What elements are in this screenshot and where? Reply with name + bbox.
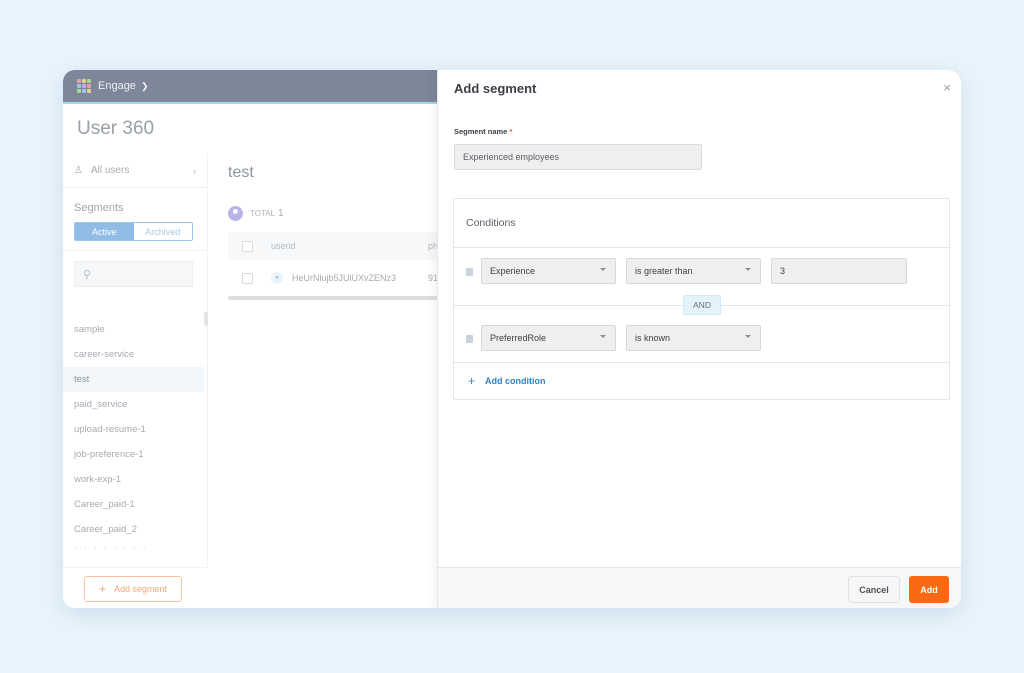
condition-property-select[interactable]: PreferredRole bbox=[481, 325, 616, 351]
caret-down-icon bbox=[745, 335, 751, 338]
segment-status-toggle: Active Archived bbox=[74, 222, 193, 241]
row-checkbox[interactable] bbox=[242, 272, 253, 284]
total-count: 1 bbox=[278, 208, 284, 219]
segment-item[interactable]: Career_paid_2 bbox=[63, 517, 204, 542]
all-users-label: All users bbox=[90, 165, 130, 176]
segment-item[interactable]: sample bbox=[63, 317, 204, 342]
caret-down-icon bbox=[745, 268, 751, 271]
table-row[interactable]: ● HeUrNlujb5JUlUXvZENz3 91 bbox=[228, 264, 448, 292]
and-joiner-badge[interactable]: AND bbox=[683, 295, 721, 315]
segment-detail: test TOTAL 1 userid ph ● HeUrNlujb5JUlUX… bbox=[209, 154, 448, 608]
search-icon: ⚲ bbox=[83, 268, 92, 281]
delete-condition-icon[interactable] bbox=[466, 335, 473, 343]
add-segment-drawer: Add segment × Segment name * Experienced… bbox=[437, 70, 961, 608]
table-header: userid ph bbox=[228, 232, 448, 260]
total-users: TOTAL 1 bbox=[228, 206, 284, 221]
close-icon[interactable]: × bbox=[943, 80, 951, 95]
segment-title: test bbox=[228, 164, 254, 181]
segment-item[interactable]: career-service bbox=[63, 342, 204, 367]
all-users-link[interactable]: ♙ All users › bbox=[63, 154, 207, 188]
cancel-button[interactable]: Cancel bbox=[848, 576, 900, 603]
user-id-icon: ● bbox=[271, 272, 283, 284]
segment-item[interactable]: job-preference-1 bbox=[63, 442, 204, 467]
app-grid-icon[interactable] bbox=[77, 79, 91, 93]
condition-operator-select[interactable]: is known bbox=[626, 325, 761, 351]
caret-down-icon bbox=[600, 268, 606, 271]
column-header-userid[interactable]: userid bbox=[271, 241, 296, 251]
segments-heading: Segments bbox=[74, 202, 124, 214]
segment-item-selected[interactable]: test bbox=[63, 367, 204, 392]
plus-icon: + bbox=[468, 374, 476, 388]
divider bbox=[454, 362, 949, 363]
segment-name-label-text: Segment name bbox=[454, 127, 508, 136]
add-segment-button[interactable]: + Add segment bbox=[84, 576, 182, 602]
add-button[interactable]: Add bbox=[909, 576, 949, 603]
divider bbox=[63, 250, 207, 251]
drawer-footer: Cancel Add bbox=[438, 567, 961, 608]
sidebar-footer: + Add segment bbox=[63, 567, 208, 608]
divider bbox=[454, 247, 949, 248]
add-segment-label: Add segment bbox=[113, 584, 168, 594]
product-switcher[interactable]: Engage bbox=[98, 80, 136, 92]
selected-property: PreferredRole bbox=[490, 333, 547, 343]
segment-item[interactable]: paid_service bbox=[63, 392, 204, 417]
segment-item[interactable]: upload-resume-1 bbox=[63, 417, 204, 442]
segment-list: sample career-service test paid_service … bbox=[63, 317, 204, 554]
page-title: User 360 bbox=[77, 118, 155, 139]
segment-search-input[interactable]: ⚲ bbox=[74, 261, 193, 287]
cell-userid[interactable]: HeUrNlujb5JUlUXvZENz3 bbox=[292, 273, 396, 283]
selected-property: Experience bbox=[490, 266, 536, 276]
total-label: TOTAL bbox=[250, 209, 276, 218]
condition-operator-select[interactable]: is greater than bbox=[626, 258, 761, 284]
segment-name-input[interactable]: Experienced employees bbox=[454, 144, 702, 170]
tab-active[interactable]: Active bbox=[75, 223, 134, 240]
add-condition-label: Add condition bbox=[485, 376, 546, 386]
required-marker: * bbox=[509, 127, 513, 136]
delete-condition-icon[interactable] bbox=[466, 268, 473, 276]
select-all-checkbox[interactable] bbox=[242, 240, 253, 252]
add-condition-button[interactable]: + Add condition bbox=[468, 374, 546, 388]
table-horizontal-scrollbar[interactable] bbox=[228, 296, 448, 300]
sidebar: ♙ All users › Segments Active Archived ⚲… bbox=[63, 154, 208, 608]
segment-item-cutoff[interactable]: · · · · · · · · bbox=[63, 542, 204, 554]
user-icon: ♙ bbox=[74, 165, 83, 176]
segment-item[interactable]: work-exp-1 bbox=[63, 467, 204, 492]
condition-property-select[interactable]: Experience bbox=[481, 258, 616, 284]
chevron-right-icon: › bbox=[193, 165, 196, 176]
sidebar-scrollbar[interactable] bbox=[204, 312, 208, 326]
segment-item[interactable]: Career_paid-1 bbox=[63, 492, 204, 517]
plus-icon: + bbox=[98, 582, 106, 596]
conditions-panel: Conditions Experience is greater than 3 … bbox=[453, 198, 950, 400]
segment-name-label: Segment name * bbox=[454, 127, 512, 136]
drawer-title: Add segment bbox=[454, 81, 537, 96]
chevron-down-icon[interactable]: ❯ bbox=[141, 81, 149, 92]
selected-operator: is greater than bbox=[635, 266, 693, 276]
app-window: Engage ❯ User 360 ♙ All users › Segments… bbox=[63, 70, 961, 608]
user-avatar-icon bbox=[228, 206, 243, 221]
caret-down-icon bbox=[600, 335, 606, 338]
selected-operator: is known bbox=[635, 333, 671, 343]
condition-value-input[interactable]: 3 bbox=[771, 258, 907, 284]
tab-archived[interactable]: Archived bbox=[133, 223, 192, 240]
conditions-heading: Conditions bbox=[466, 217, 516, 229]
